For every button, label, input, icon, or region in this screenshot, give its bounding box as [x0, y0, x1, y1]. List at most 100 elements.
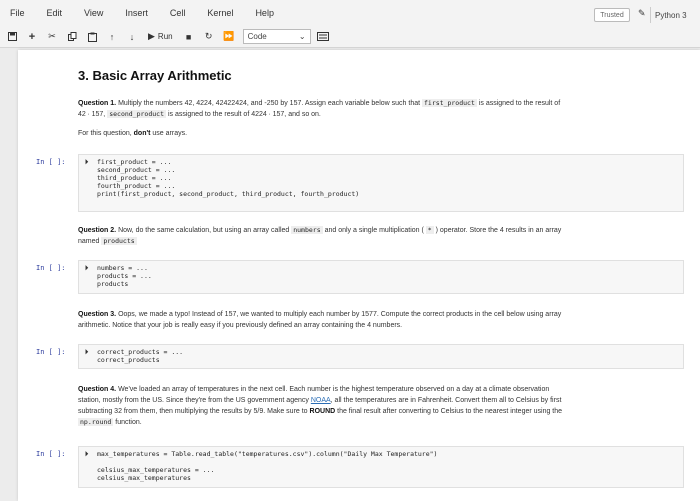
fast-forward-icon[interactable]: ⏩	[221, 29, 237, 45]
toolbar: + ✂ ↑ ↓ ▶ Run ■ ↻ ⏩ Code ⌄	[0, 26, 700, 48]
move-down-icon[interactable]: ↓	[124, 29, 140, 45]
q1-note-bold: don't	[133, 130, 151, 137]
c4-line1: max_temperatures = Table.read_table("tem…	[97, 450, 438, 458]
code-line: ⏵ correct_products = ...	[85, 348, 677, 356]
copy-icon[interactable]	[64, 29, 80, 45]
q4-func: np.round	[78, 418, 114, 426]
cell-collapse-icon[interactable]: ⏵	[85, 264, 97, 272]
code-line: ⏵ max_temperatures = Table.read_table("te…	[85, 450, 677, 458]
q2-text2: and only a single multiplication (	[322, 227, 426, 234]
q4-line2b: , all the temperatures are in Fahrenheit…	[330, 397, 562, 404]
run-button[interactable]: ▶ Run	[144, 29, 177, 45]
q2-line2: named	[78, 238, 102, 245]
menu-file[interactable]: File	[10, 8, 25, 18]
menu-help[interactable]: Help	[255, 8, 274, 18]
kernel-indicator: Python 3	[650, 7, 700, 23]
c1-line2: second_product = ...	[97, 166, 176, 174]
c1-line3: third_product = ...	[97, 174, 172, 182]
noaa-link[interactable]: NOAA	[311, 397, 331, 404]
q4-bold: ROUND	[309, 408, 336, 415]
cut-icon[interactable]: ✂	[44, 29, 60, 45]
q4-line3c: the final result after converting to Cel…	[335, 408, 563, 415]
cell-3-prompt: In [ ]:	[36, 348, 66, 356]
question-3: Question 3. Oops, we made a typo! Instea…	[78, 309, 678, 331]
q2-text: Now, do the same calculation, but using …	[116, 227, 292, 234]
q4-line4: function.	[113, 419, 142, 426]
cell-collapse-icon[interactable]: ⏵	[85, 450, 97, 458]
q4-line3a: subtracting 32 from them, then multiplyi…	[78, 408, 254, 415]
menu-view[interactable]: View	[84, 8, 103, 18]
notebook-area: 3. Basic Array Arithmetic Question 1. Mu…	[18, 50, 700, 501]
code-line: second_product = ...	[85, 166, 677, 174]
chevron-down-icon: ⌄	[298, 32, 306, 41]
menu-edit[interactable]: Edit	[47, 8, 63, 18]
q4-line2a: station, mostly from the US. Since they'…	[78, 397, 311, 404]
q4-lead: Question 4.	[78, 386, 117, 393]
code-line: celsius_max_temperatures = ...	[85, 466, 677, 474]
run-label: Run	[157, 32, 173, 41]
q2-lead: Question 2.	[78, 227, 117, 234]
question-1-note: For this question, don't use arrays.	[78, 128, 678, 139]
q4-fraction: 5/9	[253, 408, 264, 415]
trusted-badge[interactable]: Trusted	[594, 8, 630, 22]
code-line: products	[85, 280, 677, 288]
menu-cell[interactable]: Cell	[170, 8, 186, 18]
q1-text: Multiply the numbers 42, 4224, 42422424,…	[116, 100, 422, 107]
c4-line4: celsius_max_temperatures	[97, 474, 191, 482]
q2-var2: products	[101, 237, 137, 245]
c3-line2: correct_products	[97, 356, 160, 364]
menu-bar: File Edit View Insert Cell Kernel Help T…	[0, 0, 700, 26]
q1-note-post: use arrays.	[150, 130, 188, 137]
q2-op: *	[425, 226, 434, 234]
q1-line2a: 42 ∙ 157,	[78, 111, 108, 118]
c2-line1: numbers = ...	[97, 264, 148, 272]
restart-icon[interactable]: ↻	[201, 29, 217, 45]
q2-text3: ) operator. Store the 4 results in an ar…	[433, 227, 562, 234]
c1-line5: print(first_product, second_product, thi…	[97, 190, 360, 198]
q3-line2: arithmetic. Notice that your job is real…	[78, 322, 403, 329]
move-up-icon[interactable]: ↑	[104, 29, 120, 45]
code-line: celsius_max_temperatures	[85, 474, 677, 482]
code-line: third_product = ...	[85, 174, 677, 182]
cell-type-select[interactable]: Code ⌄	[242, 29, 311, 44]
pencil-icon[interactable]: ✎	[638, 8, 646, 19]
q1-lead: Question 1.	[78, 100, 117, 107]
command-palette-icon[interactable]	[315, 29, 331, 45]
c4-line3: celsius_max_temperatures = ...	[97, 466, 215, 474]
q3-lead: Question 3.	[78, 311, 117, 318]
save-icon[interactable]	[4, 29, 20, 45]
question-4: Question 4. We've loaded an array of tem…	[78, 384, 678, 428]
code-line: correct_products	[85, 356, 677, 364]
question-1: Question 1. Multiply the numbers 42, 422…	[78, 98, 678, 120]
c3-line1: correct_products = ...	[97, 348, 184, 356]
code-line: ⏵ numbers = ...	[85, 264, 677, 272]
section-title: 3. Basic Array Arithmetic	[78, 68, 232, 83]
code-line: products = ...	[85, 272, 677, 280]
code-cell-1[interactable]: ⏵ first_product = ... second_product = ..…	[78, 154, 684, 212]
question-2: Question 2. Now, do the same calculation…	[78, 225, 678, 247]
code-line: print(first_product, second_product, thi…	[85, 190, 677, 198]
paste-icon[interactable]	[84, 29, 100, 45]
menu-insert[interactable]: Insert	[125, 8, 148, 18]
q1-var1: first_product	[422, 99, 477, 107]
add-cell-icon[interactable]: +	[24, 29, 40, 45]
cell-collapse-icon[interactable]: ⏵	[85, 158, 97, 166]
q1-line2b: is assigned to the result of 4224 ∙ 157,…	[166, 111, 321, 118]
menu-kernel[interactable]: Kernel	[207, 8, 233, 18]
q1-text2: is assigned to the result of	[476, 100, 561, 107]
code-line: fourth_product = ...	[85, 182, 677, 190]
q2-var: numbers	[291, 226, 323, 234]
stop-icon[interactable]: ■	[181, 29, 197, 45]
c1-line1: first_product = ...	[97, 158, 172, 166]
cell-4-prompt: In [ ]:	[36, 450, 66, 458]
code-cell-2[interactable]: ⏵ numbers = ... products = ... products	[78, 260, 684, 294]
q1-note-pre: For this question,	[78, 130, 134, 137]
code-cell-4[interactable]: ⏵ max_temperatures = Table.read_table("te…	[78, 446, 684, 488]
code-cell-3[interactable]: ⏵ correct_products = ... correct_products	[78, 344, 684, 369]
cell-type-value: Code	[247, 32, 267, 41]
q3-text: Oops, we made a typo! Instead of 157, we…	[116, 311, 562, 318]
c1-line4: fourth_product = ...	[97, 182, 176, 190]
c2-line3: products	[97, 280, 129, 288]
cell-collapse-icon[interactable]: ⏵	[85, 348, 97, 356]
